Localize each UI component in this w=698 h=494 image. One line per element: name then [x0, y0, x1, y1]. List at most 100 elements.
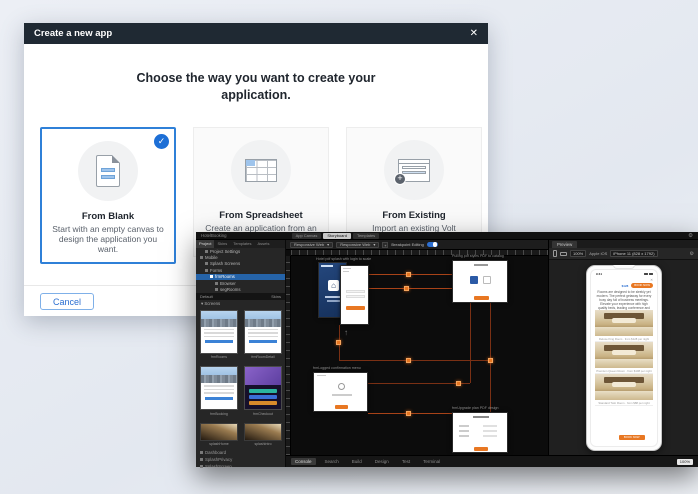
form-thumbnail[interactable]: splashIntro: [244, 423, 282, 447]
statusbar-tab[interactable]: Terminal: [419, 458, 444, 465]
room-card: Deluxe King Room · from $128 per night: [595, 310, 653, 342]
canvas-toolbar: Responsive Web▾ Responsive Web▾ + Breakp…: [286, 240, 548, 250]
canvas-zoom-badge: 100%: [677, 459, 693, 465]
titlebar-tab[interactable]: App Canvas: [292, 233, 322, 239]
tree-item-icon: [205, 250, 208, 253]
preview-zoom-select[interactable]: 100%: [570, 250, 586, 257]
option-icon-blob: +: [384, 140, 444, 200]
explorer-tab[interactable]: Skins: [214, 240, 230, 248]
form-thumbnail[interactable]: frmCheckout: [244, 366, 282, 416]
screens-group-row[interactable]: ▾ Screens: [196, 300, 285, 308]
statusbar-tab[interactable]: Design: [371, 458, 393, 465]
tree-item-icon: [205, 262, 208, 265]
breakpoint-toggle[interactable]: [427, 242, 438, 248]
room-photo: [595, 374, 653, 400]
tree-item-label: Splash Screens: [210, 261, 240, 266]
list-item-label: SplashScreen: [205, 464, 232, 469]
statusbar-tab[interactable]: Console: [291, 458, 316, 465]
toggle-label: Breakpoint Editing: [391, 242, 423, 247]
thumbnail-caption: splashIntro: [244, 442, 282, 446]
canvas-screen-catalog[interactable]: [452, 260, 508, 303]
connector-node[interactable]: [406, 411, 411, 416]
gear-icon[interactable]: ⚙: [688, 233, 693, 239]
designer-window: HotelBooking App CanvasStoryboardTemplat…: [196, 232, 698, 467]
book-now-button[interactable]: BOOK NOW: [631, 283, 653, 288]
thumbnail-image: [244, 366, 282, 410]
form-thumbnail[interactable]: frmBooking: [200, 366, 238, 416]
form-thumbnail[interactable]: frmRoomDetail: [244, 310, 282, 360]
tree-item-label: segRooms: [220, 287, 241, 292]
skins-section-header: Default Skins: [196, 293, 285, 300]
thumbnail-caption: frmRooms: [200, 355, 238, 359]
form-thumbnail[interactable]: frmRooms: [200, 310, 238, 360]
explorer-tab[interactable]: Project: [196, 240, 214, 248]
titlebar-tab[interactable]: Storyboard: [323, 233, 351, 239]
tab-preview[interactable]: Preview: [552, 241, 577, 248]
connector-node[interactable]: [404, 286, 409, 291]
canvas-screen-confirmation[interactable]: [313, 372, 368, 412]
portrait-orientation-icon[interactable]: [553, 250, 557, 257]
connector-node[interactable]: [456, 381, 461, 386]
titlebar-tab[interactable]: Templates: [353, 233, 379, 239]
cancel-button[interactable]: Cancel: [40, 293, 94, 310]
canvas-screen-login[interactable]: [340, 265, 369, 325]
tree-item-icon: [210, 275, 213, 278]
preview-toolbar: 100% Apple iOS iPhone 11 (828 x 1792) ⚙: [549, 248, 698, 260]
thumbnail-caption: frmCheckout: [244, 412, 282, 416]
room-photo: [595, 310, 653, 336]
breakpoint-select-1[interactable]: Responsive Web▾: [290, 242, 333, 248]
status-icons: [644, 273, 654, 275]
option-title: From Existing: [347, 210, 481, 221]
create-option-card[interactable]: ✓From BlankStart with an empty canvas to…: [40, 127, 176, 264]
statusbar-tab[interactable]: Build: [348, 458, 366, 465]
thumbnail-image: [244, 310, 282, 354]
phone-notch: [613, 265, 635, 269]
landscape-orientation-icon[interactable]: [560, 252, 567, 256]
canvas-screen-upgrade[interactable]: [452, 412, 508, 453]
connector-node[interactable]: [336, 340, 341, 345]
thumbnail-image: [200, 310, 238, 354]
up-arrow-icon: ↑: [344, 328, 348, 337]
tree-item-icon: [200, 256, 203, 259]
document-icon: [96, 155, 120, 187]
room-card: Standard Twin Room · from $88 per night: [595, 374, 653, 406]
preview-screen: 9:41 ✕ $128 BOOK NOW Rooms are designed …: [590, 269, 658, 447]
form-icon: [200, 465, 203, 468]
house-icon: ⌂: [328, 280, 339, 291]
list-item[interactable]: SplashScreen: [196, 463, 285, 470]
list-item[interactable]: Dashboard: [196, 449, 285, 456]
close-icon[interactable]: ✕: [470, 28, 478, 39]
explorer-tab[interactable]: Assets: [254, 240, 272, 248]
project-name: HotelBooking: [201, 233, 227, 238]
explorer-tab[interactable]: Templates: [230, 240, 254, 248]
form-icon: [200, 458, 203, 461]
connector-node[interactable]: [406, 272, 411, 277]
iphone-frame: 9:41 ✕ $128 BOOK NOW Rooms are designed …: [586, 265, 662, 451]
platform-label: Apple iOS: [589, 251, 607, 256]
statusbar-tab[interactable]: Test: [398, 458, 414, 465]
close-icon[interactable]: ✕: [650, 278, 653, 282]
connector-node[interactable]: [406, 358, 411, 363]
list-item[interactable]: SplashPrivacy: [196, 456, 285, 463]
section-header-right: Skins: [271, 293, 281, 300]
status-time: 9:41: [596, 272, 602, 276]
connector-node[interactable]: [488, 358, 493, 363]
price-link[interactable]: $128: [622, 284, 629, 288]
vertical-ruler: [286, 256, 291, 455]
add-breakpoint-button[interactable]: +: [382, 242, 388, 248]
device-select[interactable]: iPhone 11 (828 x 1792): [610, 250, 657, 257]
screen-group-label: frmUpgrade plan PDF design: [452, 406, 499, 410]
designer-statusbar: Console Search Build Design Test Terminal 100…: [286, 455, 698, 467]
tree-item-icon: [215, 282, 218, 285]
statusbar-tab[interactable]: Search: [321, 458, 343, 465]
storyboard-canvas[interactable]: Responsive Web▾ Responsive Web▾ + Breakp…: [286, 240, 548, 455]
gear-icon[interactable]: ⚙: [690, 251, 694, 257]
chevron-down-icon: ▾: [327, 242, 329, 247]
breakpoint-select-2[interactable]: Responsive Web▾: [336, 242, 379, 248]
tree-item-label: Browser: [220, 281, 236, 286]
bottom-book-button[interactable]: BOOK NOW: [619, 435, 645, 440]
form-thumbnail[interactable]: splashHome: [200, 423, 238, 447]
screen-group-label: Pulling pdf styles PDF to catalog: [452, 254, 504, 258]
spreadsheet-icon: [245, 159, 277, 182]
option-icon-blob: [231, 140, 291, 200]
